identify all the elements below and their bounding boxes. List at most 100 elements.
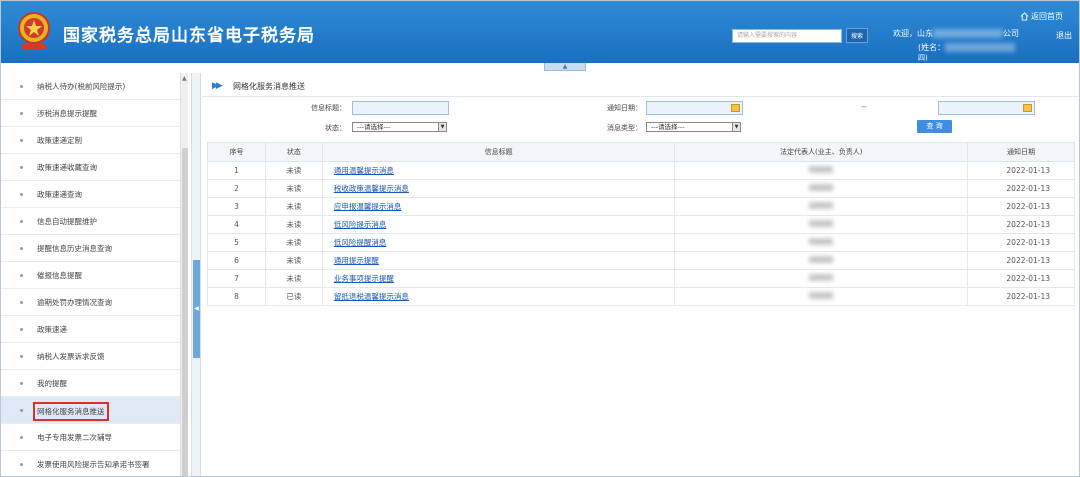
chevron-left-icon: ◀: [194, 305, 199, 312]
sidebar-item-label: 政策速递收藏查询: [37, 163, 97, 172]
sidebar-item[interactable]: 提醒信息历史消息查询: [1, 235, 181, 262]
date-to-input[interactable]: [938, 101, 1035, 115]
sidebar-item[interactable]: 纳税人发票诉求反馈: [1, 343, 181, 370]
table-row: 7 未读 业务事项提示提醒 2022-01-13: [207, 269, 1075, 288]
cell-title-link[interactable]: 低风险提醒消息: [321, 233, 676, 252]
sidebar-item-label: 纳税人发票诉求反馈: [37, 352, 105, 361]
calendar-icon[interactable]: [731, 104, 740, 112]
sidebar-item[interactable]: 电子专用发票二次辅导: [1, 424, 181, 451]
bullet-icon: [20, 166, 23, 169]
sidebar-item-label: 逾期处罚办理情况查询: [37, 298, 112, 307]
cell-status: 已读: [264, 287, 323, 306]
bullet-icon: [20, 274, 23, 277]
msg-title-label: 信息标题：: [311, 104, 346, 112]
search-input[interactable]: 请输入需要搜索的内容: [732, 29, 842, 43]
cell-date: 2022-01-13: [967, 287, 1075, 306]
search-button[interactable]: 搜索: [846, 28, 868, 43]
cell-legal-rep: [674, 233, 969, 252]
bullet-icon: [20, 328, 23, 331]
redacted-name: [809, 166, 834, 173]
sidebar-item[interactable]: 我的提醒: [1, 370, 181, 397]
cell-title-link[interactable]: 应申报温馨提示消息: [321, 197, 676, 216]
scrollbar-thumb[interactable]: [182, 148, 188, 476]
collapse-header-toggle[interactable]: ▲: [544, 63, 586, 71]
panel-splitter: ◀: [191, 73, 201, 476]
sidebar-item-label: 我的提醒: [37, 379, 67, 388]
cell-title-link[interactable]: 业务事项提示提醒: [321, 269, 676, 288]
sidebar-item-label: 政策速递: [37, 325, 67, 334]
scroll-up-icon[interactable]: ▲: [182, 75, 187, 82]
sidebar-item[interactable]: 信息自动提醒维护: [1, 208, 181, 235]
table-row: 5 未读 低风险提醒消息 2022-01-13: [207, 233, 1075, 252]
home-icon: [1020, 12, 1029, 21]
cell-title-link[interactable]: 留抵退税温馨提示消息: [321, 287, 676, 306]
chevron-up-icon: ▲: [562, 63, 568, 70]
main-content: ▶▶ 网格化服务消息推送 信息标题： 通知日期： -- 状态： ---请选择--…: [202, 73, 1079, 476]
cell-title-link[interactable]: 通用温馨提示消息: [321, 161, 676, 180]
logout-link[interactable]: 退出: [1056, 30, 1072, 41]
cell-no: 7: [207, 269, 266, 288]
cell-date: 2022-01-13: [967, 197, 1075, 216]
sidebar-item[interactable]: 发票使用风险提示告知承诺书签署: [1, 451, 181, 476]
sidebar-item-label: 提醒信息历史消息查询: [37, 244, 112, 253]
bullet-icon: [20, 382, 23, 385]
cell-status: 未读: [264, 269, 323, 288]
sidebar-toggle-handle[interactable]: ◀: [193, 260, 200, 358]
cell-title-link[interactable]: 税收政策温馨提示消息: [321, 179, 676, 198]
cell-date: 2022-01-13: [967, 215, 1075, 234]
sidebar-item[interactable]: 政策速递收藏查询: [1, 154, 181, 181]
sidebar-item[interactable]: 纳税人待办(税前风险提示): [1, 73, 181, 100]
redacted-company: [933, 29, 1003, 38]
cell-no: 1: [207, 161, 266, 180]
table-row: 1 未读 通用温馨提示消息 2022-01-13: [207, 161, 1075, 180]
status-label: 状态：: [325, 124, 346, 132]
redacted-name: [809, 274, 834, 281]
site-title: 国家税务总局山东省电子税务局: [63, 26, 315, 46]
msg-title-input[interactable]: [352, 101, 449, 115]
bullet-icon: [20, 355, 23, 358]
cell-legal-rep: [674, 161, 969, 180]
sidebar-item[interactable]: 逾期处罚办理情况查询: [1, 289, 181, 316]
query-button[interactable]: 查 询: [917, 120, 952, 133]
cell-legal-rep: [674, 251, 969, 270]
sidebar-scrollbar[interactable]: ▲: [180, 73, 188, 476]
col-header-status: 状态: [264, 142, 323, 162]
redacted-name: [809, 184, 834, 191]
calendar-icon[interactable]: [1023, 104, 1032, 112]
cell-status: 未读: [264, 161, 323, 180]
dropdown-arrow-icon: ▼: [438, 123, 446, 131]
status-select[interactable]: ---请选择--- ▼: [352, 122, 447, 132]
sidebar-item[interactable]: 政策速递定制: [1, 127, 181, 154]
cell-title-link[interactable]: 通用提示提醒: [321, 251, 676, 270]
col-header-no: 序号: [207, 142, 266, 162]
sidebar-item[interactable]: 政策速递: [1, 316, 181, 343]
cell-no: 8: [207, 287, 266, 306]
redacted-name: [809, 292, 834, 299]
cell-date: 2022-01-13: [967, 233, 1075, 252]
cell-legal-rep: [674, 215, 969, 234]
date-from-input[interactable]: [646, 101, 743, 115]
notify-date-label: 通知日期：: [607, 104, 642, 112]
sidebar-item-label: 涉税消息提示提醒: [37, 109, 97, 118]
table-row: 4 未读 低风险提示消息 2022-01-13: [207, 215, 1075, 234]
message-table: 序号 状态 信息标题 法定代表人(业主、负责人) 通知日期 1 未读 通用温馨提示消…: [207, 142, 1075, 306]
cell-status: 未读: [264, 233, 323, 252]
cell-title-link[interactable]: 低风险提示消息: [321, 215, 676, 234]
bullet-icon: [20, 301, 23, 304]
redacted-name: [945, 43, 1016, 52]
sidebar-item[interactable]: 网格化服务消息推送: [1, 397, 181, 424]
sidebar-item-label: 信息自动提醒维护: [37, 217, 97, 226]
cell-date: 2022-01-13: [967, 161, 1075, 180]
home-link[interactable]: 返回首页: [1020, 11, 1063, 22]
msg-type-select[interactable]: ---请选择--- ▼: [646, 122, 741, 132]
sidebar-item[interactable]: 催报信息提醒: [1, 262, 181, 289]
top-banner: 国家税务总局山东省电子税务局 请输入需要搜索的内容 搜索 欢迎，山东 公司 (姓名…: [1, 1, 1079, 63]
cell-date: 2022-01-13: [967, 179, 1075, 198]
bullet-icon: [20, 139, 23, 142]
date-separator: --: [861, 103, 867, 111]
sidebar-item[interactable]: 政策速递查询: [1, 181, 181, 208]
redacted-name: [809, 220, 834, 227]
sidebar-item-label: 电子专用发票二次辅导: [37, 433, 112, 442]
sidebar-item-label: 网格化服务消息推送: [33, 402, 109, 421]
sidebar-item[interactable]: 涉税消息提示提醒: [1, 100, 181, 127]
